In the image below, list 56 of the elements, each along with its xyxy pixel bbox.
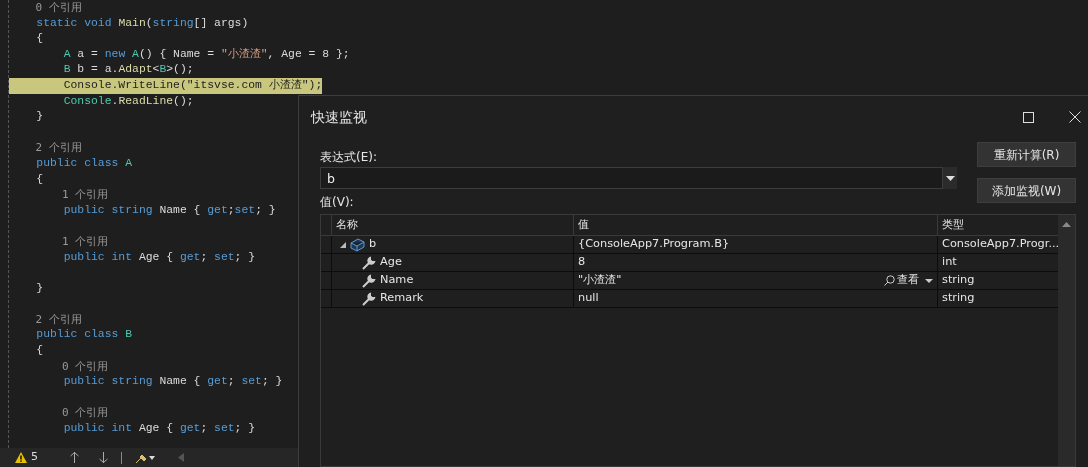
variable-value: 8 xyxy=(578,254,587,271)
code-line: B b = a.Adapt<B>(); xyxy=(62,62,194,78)
variable-value: null xyxy=(578,290,600,307)
down-arrow-icon[interactable] xyxy=(99,452,108,463)
warning-count[interactable]: 5 xyxy=(31,449,38,466)
dialog-button[interactable]: 添加监视(W) xyxy=(977,178,1076,203)
reference-count[interactable]: 1 个引用 xyxy=(9,233,109,250)
caret-icon xyxy=(945,175,955,181)
reference-count[interactable]: 1 个引用 xyxy=(9,187,109,203)
visualizer-button[interactable]: 查看 xyxy=(884,272,933,289)
caret-icon xyxy=(925,278,933,283)
dialog-title: 快速监视 xyxy=(311,107,368,127)
code-line: public int Age { get; set; } xyxy=(62,421,256,437)
reference-count[interactable]: 0 个引用 xyxy=(9,405,109,422)
variable-value: {ConsoleApp7.Program.B} xyxy=(578,236,731,253)
expand-triangle-icon[interactable] xyxy=(340,241,346,248)
dropdown-button[interactable] xyxy=(943,167,957,189)
code-line: public int Age { get; set; } xyxy=(62,249,256,265)
wrench-icon xyxy=(362,255,376,270)
up-arrow-icon[interactable] xyxy=(70,452,79,463)
search-icon xyxy=(884,275,895,286)
variable-name: Name xyxy=(380,272,414,289)
variable-name: Remark xyxy=(380,290,424,307)
code-line: { xyxy=(35,31,44,47)
expression-field[interactable]: b xyxy=(320,167,943,189)
code-line: public class A xyxy=(35,155,133,171)
column-header[interactable]: 值 xyxy=(573,215,937,235)
variable-value: "小渣渣" xyxy=(578,272,623,289)
dialog-button[interactable]: 重新计算(R) xyxy=(977,142,1076,167)
wrench-icon xyxy=(362,291,376,306)
wrench-icon xyxy=(362,273,376,288)
column-header[interactable]: 名称 xyxy=(331,215,573,235)
code-line: public string Name { get;set; } xyxy=(62,202,276,218)
warning-icon[interactable] xyxy=(15,452,27,463)
reference-count[interactable]: 2 个引用 xyxy=(9,140,82,156)
code-line: } xyxy=(35,109,44,125)
code-line: A a = new A() { Name = "小渣渣", Age = 8 }; xyxy=(62,46,350,62)
variable-name: b xyxy=(369,236,377,253)
reference-count[interactable]: 2 个引用 xyxy=(9,311,82,328)
scrollbar[interactable] xyxy=(1058,215,1075,466)
code-line: { xyxy=(35,171,44,187)
code-line: public string Name { get; set; } xyxy=(62,374,283,390)
reference-count[interactable]: 0 个引用 xyxy=(9,0,82,16)
scroll-up-icon[interactable] xyxy=(1062,222,1071,227)
value-label: 值(V): xyxy=(320,194,355,211)
close-icon[interactable] xyxy=(1069,111,1081,123)
variable-name: Age xyxy=(380,254,402,271)
code-line: Console.ReadLine(); xyxy=(62,93,194,109)
object-icon xyxy=(350,237,365,252)
reference-count[interactable]: 0 个引用 xyxy=(9,358,109,375)
maximize-icon[interactable] xyxy=(1023,111,1034,123)
code-line: } xyxy=(35,280,44,296)
code-line: static void Main(string[] args) xyxy=(35,15,249,31)
code-line: public class B xyxy=(35,327,133,343)
expression-label: 表达式(E): xyxy=(320,149,378,166)
code-line: { xyxy=(35,343,44,359)
